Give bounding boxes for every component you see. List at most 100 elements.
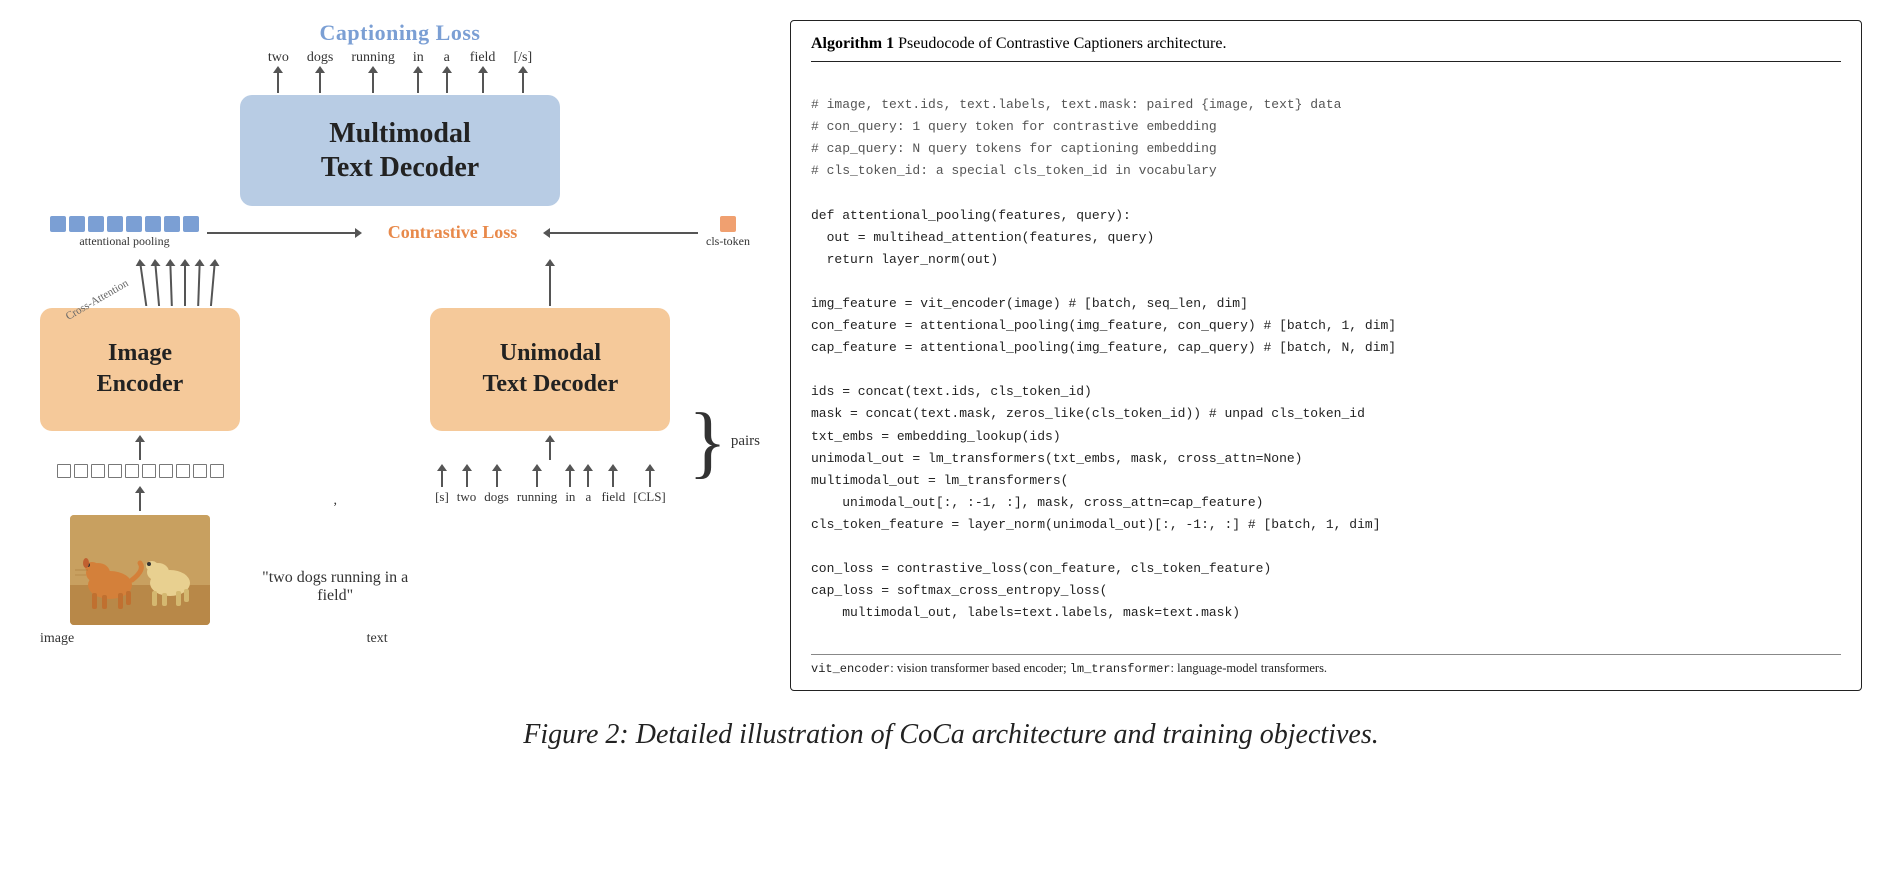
patch-sq-10 xyxy=(210,464,224,478)
arrow-up-eos xyxy=(518,66,528,93)
code-comment-2: # con_query: 1 query token for contrasti… xyxy=(811,119,1217,134)
arrow-up-input xyxy=(545,435,555,460)
code-line-txt-embs: txt_embs = embedding_lookup(ids) xyxy=(811,429,1061,444)
arrowhead xyxy=(492,464,502,471)
shaft xyxy=(549,266,551,306)
it-arrow-1: [s] xyxy=(435,464,449,505)
shaft xyxy=(649,471,651,487)
arrow-up-a xyxy=(442,66,452,93)
shaft xyxy=(155,266,160,306)
arrowhead xyxy=(462,464,472,471)
arrow-line xyxy=(550,232,698,234)
ca-arrow-4 xyxy=(180,259,190,306)
shaft xyxy=(417,73,419,93)
brace-pairs: } pairs xyxy=(688,259,760,624)
shaft xyxy=(612,471,614,487)
arrowhead xyxy=(583,464,593,471)
shaft xyxy=(496,471,498,487)
arrowhead xyxy=(273,66,283,73)
code-line-con-loss: con_loss = contrastive_loss(con_feature,… xyxy=(811,561,1271,576)
shaft xyxy=(139,493,141,511)
brace-right-symbol: } xyxy=(688,402,726,482)
footer-lm-transformer: lm_transformer xyxy=(1070,662,1171,676)
captioning-loss-label: Captioning Loss xyxy=(320,20,481,46)
middle-text-area: , "two dogs running in a field" xyxy=(250,259,420,624)
blue-sq-7 xyxy=(164,216,180,232)
it-arrow-4: running xyxy=(517,464,557,505)
shaft xyxy=(441,471,443,487)
ca-arrow-2 xyxy=(150,259,164,306)
token-label-a: a xyxy=(444,50,450,66)
attentional-pooling-label: attentional pooling xyxy=(79,234,169,249)
shaft xyxy=(446,73,448,93)
arrow-line xyxy=(207,232,355,234)
shaft xyxy=(482,73,484,93)
it-label-running: running xyxy=(517,489,557,505)
arrowhead-right xyxy=(355,228,362,238)
output-token-dogs: dogs xyxy=(307,50,333,93)
multi-arrows xyxy=(138,259,218,306)
patch-sq-5 xyxy=(125,464,139,478)
it-label-cls: [CLS] xyxy=(633,489,666,505)
arrowhead xyxy=(565,464,575,471)
arrow-up-in xyxy=(413,66,423,93)
ca-arrow-3 xyxy=(165,259,177,306)
output-token-a: a xyxy=(442,50,452,93)
arrowhead xyxy=(135,435,145,442)
image-placeholder xyxy=(70,515,210,625)
it-label-two: two xyxy=(457,489,477,505)
shaft xyxy=(319,73,321,93)
it-label-s: [s] xyxy=(435,489,449,505)
input-token-arrows: [s] two dogs xyxy=(435,464,666,505)
left-pooling: attentional pooling xyxy=(50,216,199,249)
code-line-multimodal2: unimodal_out[:, :-1, :], mask, cross_att… xyxy=(811,495,1263,510)
algorithm-title: Algorithm 1 Pseudocode of Contrastive Ca… xyxy=(811,35,1841,62)
unimodal-col: UnimodalText Decoder [s] xyxy=(430,259,670,624)
token-label-running: running xyxy=(351,50,395,66)
code-line-return: return layer_norm(out) xyxy=(811,252,998,267)
patch-sq-3 xyxy=(91,464,105,478)
diagram-section: Captioning Loss two dogs xyxy=(40,20,760,647)
token-label-eos: [/s] xyxy=(513,50,532,66)
algorithm-footer: vit_encoder: vision transformer based en… xyxy=(811,654,1841,676)
shaft xyxy=(140,266,148,306)
it-arrow-2: two xyxy=(457,464,477,505)
image-label: image xyxy=(40,631,74,647)
shaft xyxy=(549,442,551,460)
arrow-up-patch xyxy=(135,435,145,460)
code-line-mask: mask = concat(text.mask, zeros_like(cls_… xyxy=(811,406,1365,421)
it-label-field: field xyxy=(601,489,625,505)
it-arrow-5: in xyxy=(565,464,575,505)
code-line-img-feat: img_feature = vit_encoder(image) # [batc… xyxy=(811,296,1248,311)
blue-sq-4 xyxy=(107,216,123,232)
ca-arrow-6 xyxy=(206,259,220,306)
arrow-up-img xyxy=(135,486,145,511)
shaft xyxy=(536,471,538,487)
arrowhead xyxy=(442,66,452,73)
code-line-multimodal1: multimodal_out = lm_transformers( xyxy=(811,473,1068,488)
ca-arrow-1 xyxy=(135,259,152,306)
code-line-cap-loss1: cap_loss = softmax_cross_entropy_loss( xyxy=(811,583,1107,598)
it-label-a: a xyxy=(586,489,592,505)
contrastive-loss-label: Contrastive Loss xyxy=(388,222,518,243)
arrow-right-contrastive xyxy=(207,228,362,238)
shaft xyxy=(139,442,141,460)
algorithm-title-bold: Algorithm 1 xyxy=(811,35,894,52)
blue-sq-6 xyxy=(145,216,161,232)
algorithm-title-text: Pseudocode of Contrastive Captioners arc… xyxy=(894,35,1226,52)
shaft xyxy=(170,266,173,306)
it-arrow-3: dogs xyxy=(484,464,509,505)
token-label-in: in xyxy=(413,50,424,66)
code-line-ids: ids = concat(text.ids, cls_token_id) xyxy=(811,384,1092,399)
token-label-field: field xyxy=(470,50,496,66)
it-arrow-7: field xyxy=(601,464,625,505)
arrow-up-running xyxy=(368,66,378,93)
shaft xyxy=(569,471,571,487)
it-arrow-8: [CLS] xyxy=(633,464,666,505)
orange-token-square xyxy=(720,216,736,232)
arrow-up-field xyxy=(478,66,488,93)
shaft xyxy=(587,471,589,487)
blue-sq-8 xyxy=(183,216,199,232)
algorithm-section: Algorithm 1 Pseudocode of Contrastive Ca… xyxy=(790,20,1862,691)
image-encoder-box: ImageEncoder xyxy=(40,308,240,430)
